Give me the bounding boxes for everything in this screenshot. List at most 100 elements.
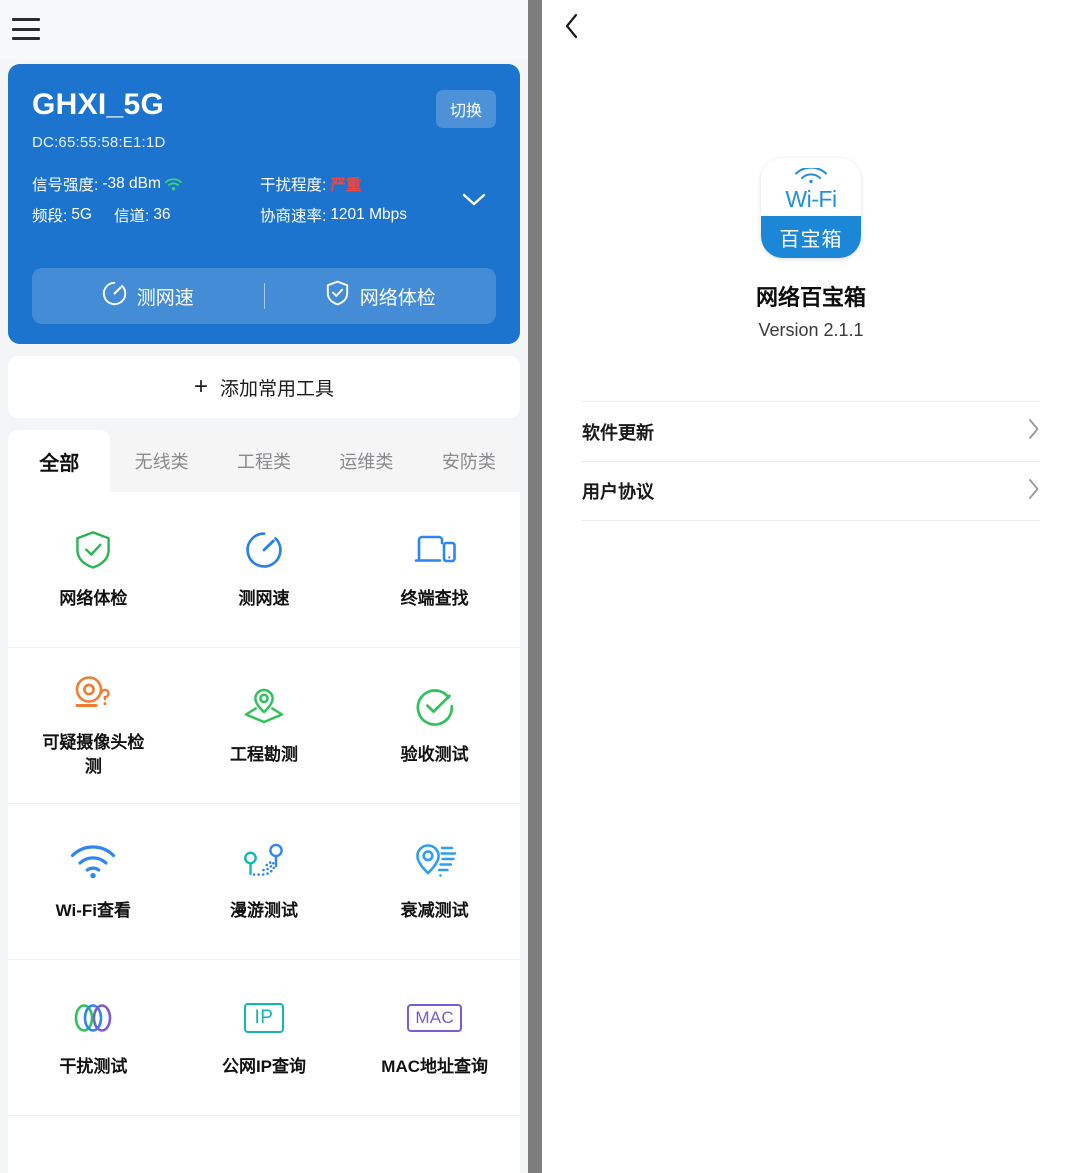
rate-label: 协商速率:: [260, 208, 327, 225]
tool-label: 衰减测试: [400, 900, 469, 920]
map-pin-survey-icon: [242, 685, 286, 727]
network-check-button[interactable]: 网络体检: [265, 280, 497, 312]
tool-label: 网络体检: [59, 588, 128, 608]
back-chevron-icon[interactable]: [564, 12, 580, 45]
tool-engineering-survey[interactable]: 工程勘测: [179, 648, 350, 803]
wifi-status-card: GHXI_5G 切换 DC:65:55:58:E1:1D 信号强度: -38 d…: [8, 64, 520, 344]
wifi-icon: [70, 841, 116, 883]
app-logo-bottom-text: 百宝箱: [761, 216, 861, 258]
app-logo-wifi-text: Wi-Fi: [785, 186, 837, 212]
tool-row-partial: [8, 1116, 520, 1173]
menu-item-software-update[interactable]: 软件更新: [582, 401, 1040, 461]
speedometer-icon: [245, 529, 283, 571]
wifi-detail-grid: 信号强度: -38 dBm 干扰程度: 严重 频段: 5G 信道: 36 协商速…: [32, 173, 496, 226]
tool-wifi-view[interactable]: Wi-Fi查看: [8, 804, 179, 959]
channel-value: 36: [153, 206, 171, 223]
tools-tab-bar: 全部 无线类 工程类 运维类 安防类: [8, 430, 520, 492]
devices-icon: [413, 529, 457, 571]
tool-public-ip-query[interactable]: IP 公网IP查询: [179, 960, 350, 1115]
ssid-label: GHXI_5G: [32, 88, 165, 121]
card-action-bar: 测网速 网络体检: [32, 268, 496, 324]
back-bar: [542, 0, 1080, 56]
tool-speed-test[interactable]: 测网速: [179, 492, 350, 647]
tool-label: Wi-Fi查看: [55, 900, 132, 920]
chevron-down-icon[interactable]: [452, 192, 496, 208]
roaming-pins-icon: [242, 841, 286, 883]
tool-partial-3[interactable]: [349, 1116, 520, 1173]
tool-row: 可疑摄像头检测 工程勘测 验收测试: [8, 648, 520, 804]
tab-engineering[interactable]: 工程类: [212, 430, 316, 492]
tool-label: 干扰测试: [59, 1056, 128, 1076]
tool-attenuation-test[interactable]: 衰减测试: [349, 804, 520, 959]
tool-row: Wi-Fi查看 漫游测试 衰减测试: [8, 804, 520, 960]
shield-check-icon: [74, 529, 112, 571]
speedometer-icon: [102, 281, 127, 312]
tool-label: MAC地址查询: [381, 1056, 489, 1076]
camera-question-icon: [72, 673, 114, 715]
chevron-right-icon: [1027, 418, 1040, 445]
app-logo-icon: Wi-Fi 百宝箱: [761, 158, 861, 258]
tool-acceptance-test[interactable]: 验收测试: [349, 648, 520, 803]
add-common-tools-label: 添加常用工具: [220, 378, 335, 400]
menu-item-label: 用户协议: [582, 482, 654, 502]
tool-label: 终端查找: [400, 588, 469, 608]
chevron-right-icon: [1027, 478, 1040, 505]
add-common-tools-button[interactable]: + 添加常用工具: [8, 356, 520, 418]
app-info-block: Wi-Fi 百宝箱 网络百宝箱 Version 2.1.1: [542, 158, 1080, 341]
tool-suspicious-camera[interactable]: 可疑摄像头检测: [8, 648, 179, 803]
signal-strength-cell: 信号强度: -38 dBm: [32, 173, 260, 195]
mac-box-icon: MAC: [407, 997, 462, 1039]
app-name: 网络百宝箱: [755, 285, 866, 310]
speed-test-button[interactable]: 测网速: [32, 281, 264, 312]
tool-label: 工程勘测: [229, 744, 298, 764]
network-check-label: 网络体检: [359, 287, 436, 309]
rate-value: 1201 Mbps: [330, 206, 408, 223]
tab-operations[interactable]: 运维类: [315, 430, 418, 492]
tool-device-finder[interactable]: 终端查找: [349, 492, 520, 647]
tool-row: 干扰测试 IP 公网IP查询 MAC MAC地址查询: [8, 960, 520, 1116]
tool-partial-1[interactable]: [8, 1116, 179, 1173]
tool-network-check[interactable]: 网络体检: [8, 492, 179, 647]
speed-test-label: 测网速: [136, 287, 194, 309]
switch-network-button[interactable]: 切换: [435, 90, 496, 128]
pane-divider: [528, 0, 542, 1173]
menu-item-user-agreement[interactable]: 用户协议: [582, 461, 1040, 521]
signal-strength-label: 信号强度:: [32, 177, 99, 194]
ssid-row: GHXI_5G 切换: [32, 88, 496, 128]
app-root: GHXI_5G 切换 DC:65:55:58:E1:1D 信号强度: -38 d…: [0, 0, 1080, 1173]
tool-label: 漫游测试: [229, 900, 298, 920]
tool-mac-address-query[interactable]: MAC MAC地址查询: [349, 960, 520, 1115]
tab-security[interactable]: 安防类: [417, 430, 520, 492]
hamburger-menu-icon[interactable]: [12, 18, 40, 40]
plus-icon: +: [193, 373, 208, 400]
interference-value: 严重: [330, 177, 362, 194]
top-bar: [0, 0, 528, 58]
signal-strength-value: -38 dBm: [102, 175, 161, 192]
mac-box-text: MAC: [407, 1003, 462, 1032]
interference-rings-icon: [69, 997, 117, 1039]
band-channel-cell: 频段: 5G 信道: 36: [32, 204, 260, 226]
wifi-arcs-icon: [794, 166, 828, 188]
wifi-signal-icon: [165, 177, 182, 191]
tab-wireless[interactable]: 无线类: [110, 430, 213, 492]
shield-check-icon: [325, 280, 350, 312]
app-version: Version 2.1.1: [758, 320, 864, 340]
negotiated-rate-cell: 协商速率: 1201 Mbps: [260, 204, 452, 226]
tool-partial-2[interactable]: [179, 1116, 350, 1173]
tool-interference-test[interactable]: 干扰测试: [8, 960, 179, 1115]
ip-box-text: IP: [243, 1002, 285, 1033]
pin-motion-icon: [412, 841, 458, 883]
right-pane: Wi-Fi 百宝箱 网络百宝箱 Version 2.1.1 软件更新 用户协议: [542, 0, 1080, 1173]
interference-cell: 干扰程度: 严重: [260, 173, 452, 195]
settings-menu-list: 软件更新 用户协议: [582, 401, 1040, 521]
interference-label: 干扰程度:: [260, 177, 327, 194]
circle-check-icon: [415, 685, 455, 727]
tool-label: 测网速: [238, 588, 290, 608]
tool-roaming-test[interactable]: 漫游测试: [179, 804, 350, 959]
band-label: 频段:: [32, 208, 68, 225]
tool-row: 网络体检 测网速 终端查找: [8, 492, 520, 648]
tool-label: 公网IP查询: [221, 1056, 307, 1076]
bssid-label: DC:65:55:58:E1:1D: [32, 134, 166, 151]
menu-item-label: 软件更新: [582, 422, 654, 443]
tab-all[interactable]: 全部: [8, 430, 111, 492]
